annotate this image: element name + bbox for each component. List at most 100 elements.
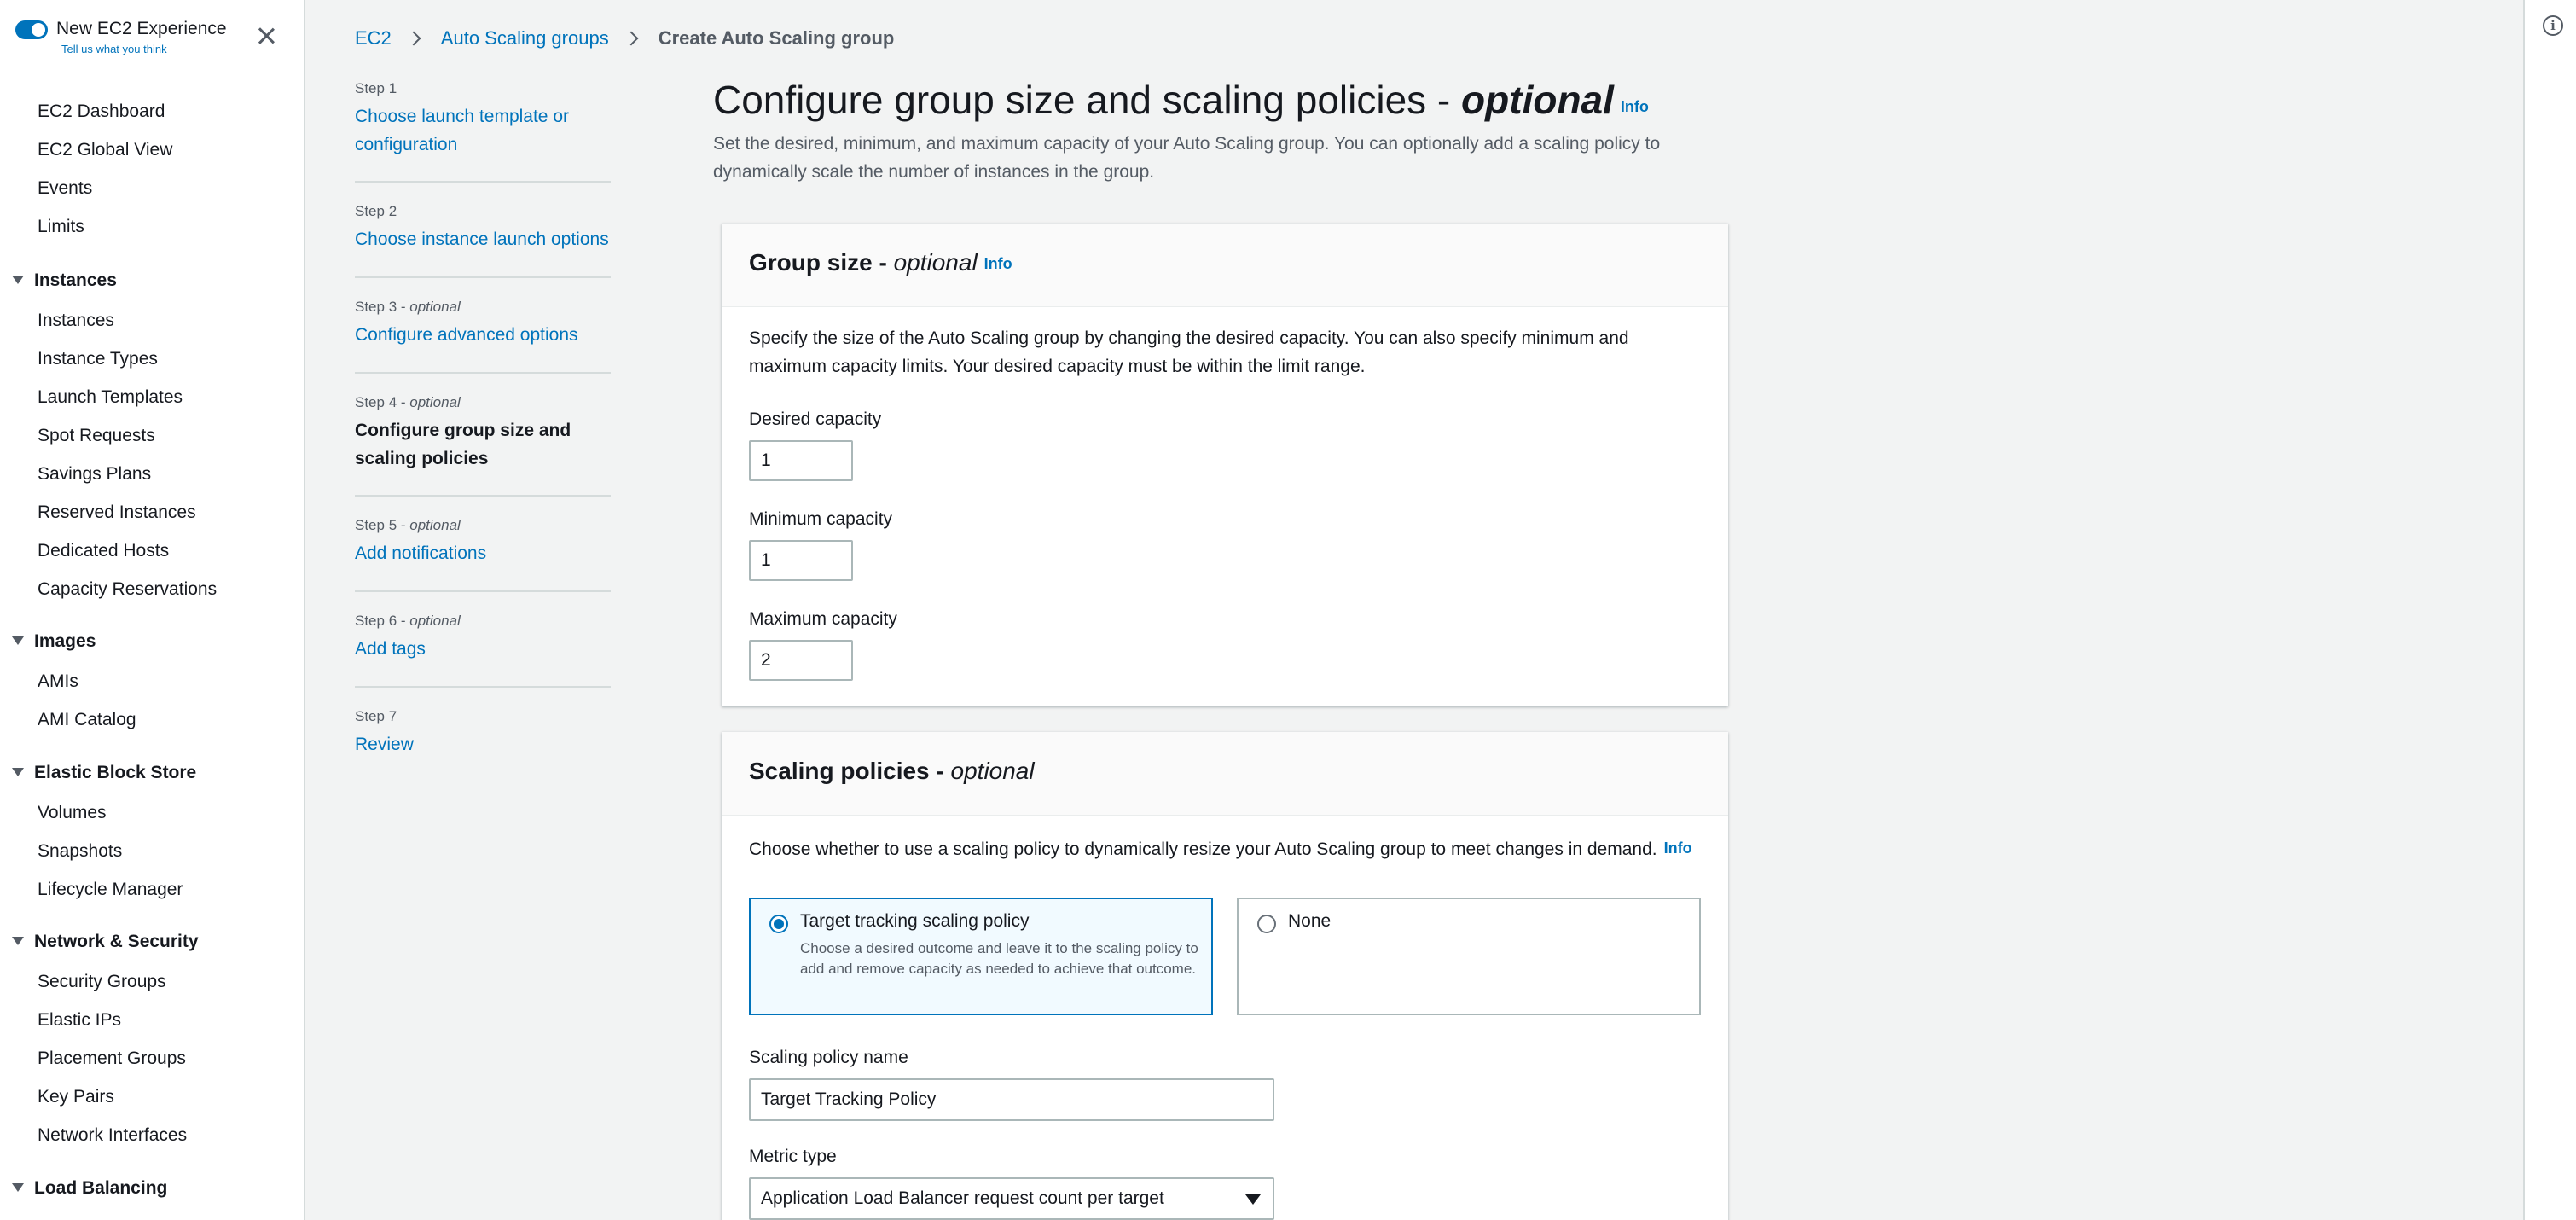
nav-section-title: Elastic Block Store xyxy=(34,763,197,782)
wizard-step-4: Step 4 - optional Configure group size a… xyxy=(355,394,611,473)
target-tracking-title: Target tracking scaling policy xyxy=(800,911,1030,931)
step-divider xyxy=(355,590,611,592)
caret-down-icon xyxy=(12,768,24,776)
nav-section-network-security[interactable]: Network & Security xyxy=(12,932,199,952)
nav-section-elastic-block-store[interactable]: Elastic Block Store xyxy=(12,763,196,783)
step-6-link[interactable]: Add tags xyxy=(355,635,611,663)
page-title: Configure group size and scaling policie… xyxy=(713,78,1649,122)
nav-item-security-groups[interactable]: Security Groups xyxy=(38,972,166,992)
nav-item-elastic-ips[interactable]: Elastic IPs xyxy=(38,1010,121,1031)
nav-item-instances[interactable]: Instances xyxy=(38,311,114,331)
nav-item-network-interfaces[interactable]: Network Interfaces xyxy=(38,1125,187,1146)
maximum-capacity-input[interactable]: 2 xyxy=(749,640,853,681)
metric-type-label: Metric type xyxy=(749,1147,837,1166)
step-label: Step 6 - optional xyxy=(355,613,461,629)
nav-item-key-pairs[interactable]: Key Pairs xyxy=(38,1087,114,1107)
nav-item-capacity-reservations[interactable]: Capacity Reservations xyxy=(38,579,217,600)
step-label: Step 3 - optional xyxy=(355,299,461,315)
step-label: Step 7 xyxy=(355,708,397,724)
nav-item-volumes[interactable]: Volumes xyxy=(38,803,107,823)
step-label: Step 2 xyxy=(355,203,397,219)
none-option-title: None xyxy=(1288,911,1332,931)
nav-section-title: Load Balancing xyxy=(34,1178,168,1198)
new-experience-toggle[interactable] xyxy=(15,20,48,39)
step-divider xyxy=(355,181,611,183)
nav-section-instances[interactable]: Instances xyxy=(12,270,117,291)
scaling-policy-name-input[interactable]: Target Tracking Policy xyxy=(749,1078,1274,1121)
close-icon[interactable] xyxy=(254,24,278,48)
nav-section-title: Images xyxy=(34,631,96,651)
scaling-policy-name-label: Scaling policy name xyxy=(749,1048,908,1067)
nav-item-dedicated-hosts[interactable]: Dedicated Hosts xyxy=(38,541,169,561)
group-size-heading: Group size - optional Info xyxy=(722,224,1728,307)
nav-section-load-balancing[interactable]: Load Balancing xyxy=(12,1178,167,1199)
step-7-link[interactable]: Review xyxy=(355,730,611,758)
nav-item-amis[interactable]: AMIs xyxy=(38,671,78,692)
radio-button[interactable] xyxy=(1257,915,1276,933)
metric-type-select[interactable]: Application Load Balancer request count … xyxy=(749,1177,1274,1220)
nav-item-events[interactable]: Events xyxy=(38,178,92,199)
caret-down-icon xyxy=(1245,1194,1261,1205)
step-4-current: Configure group size and scaling policie… xyxy=(355,421,571,468)
metric-type-value: Application Load Balancer request count … xyxy=(761,1188,1164,1208)
wizard-step-5: Step 5 - optional Add notifications xyxy=(355,517,611,567)
nav-item-placement-groups[interactable]: Placement Groups xyxy=(38,1049,186,1069)
step-divider xyxy=(355,495,611,497)
step-5-link[interactable]: Add notifications xyxy=(355,539,611,567)
step-label: Step 1 xyxy=(355,80,397,96)
step-3-link[interactable]: Configure advanced options xyxy=(355,321,611,349)
nav-section-images[interactable]: Images xyxy=(12,631,96,652)
breadcrumb-ec2[interactable]: EC2 xyxy=(355,27,392,49)
nav-item-spot-requests[interactable]: Spot Requests xyxy=(38,426,155,446)
caret-down-icon xyxy=(12,937,24,945)
wizard-step-7: Step 7 Review xyxy=(355,708,611,758)
step-divider xyxy=(355,686,611,688)
info-circle-icon[interactable]: i xyxy=(2543,15,2563,36)
info-link[interactable]: Info xyxy=(1664,839,1692,857)
chevron-right-icon xyxy=(624,31,639,46)
caret-down-icon xyxy=(12,276,24,284)
nav-item-ami-catalog[interactable]: AMI Catalog xyxy=(38,710,136,730)
nav-item-limits[interactable]: Limits xyxy=(38,217,84,237)
nav-item-lifecycle-manager[interactable]: Lifecycle Manager xyxy=(38,880,183,900)
breadcrumb: EC2 Auto Scaling groups Create Auto Scal… xyxy=(355,27,894,49)
target-tracking-option[interactable]: Target tracking scaling policy Choose a … xyxy=(749,898,1213,1015)
side-navigation: New EC2 Experience Tell us what you thin… xyxy=(0,0,305,1220)
nav-section-title: Network & Security xyxy=(34,932,199,951)
info-link[interactable]: Info xyxy=(1621,98,1649,115)
nav-item-savings-plans[interactable]: Savings Plans xyxy=(38,464,151,485)
group-size-description: Specify the size of the Auto Scaling gro… xyxy=(749,328,1629,376)
desired-capacity-label: Desired capacity xyxy=(749,410,882,429)
chevron-right-icon xyxy=(406,31,421,46)
page-description: Set the desired, minimum, and maximum ca… xyxy=(713,134,1661,182)
feedback-link[interactable]: Tell us what you think xyxy=(61,43,167,55)
step-divider xyxy=(355,276,611,278)
nav-item-ec2-dashboard[interactable]: EC2 Dashboard xyxy=(38,102,165,122)
minimum-capacity-input[interactable]: 1 xyxy=(749,540,853,581)
desired-capacity-input[interactable]: 1 xyxy=(749,440,853,481)
nav-item-ec2-global-view[interactable]: EC2 Global View xyxy=(38,140,172,160)
wizard-step-3: Step 3 - optional Configure advanced opt… xyxy=(355,299,611,349)
tools-panel-rail: i xyxy=(2523,0,2576,1220)
info-link[interactable]: Info xyxy=(984,255,1012,272)
wizard-step-2: Step 2 Choose instance launch options xyxy=(355,203,611,253)
target-tracking-description: Choose a desired outcome and leave it to… xyxy=(800,940,1198,977)
nav-item-reserved-instances[interactable]: Reserved Instances xyxy=(38,503,196,523)
minimum-capacity-label: Minimum capacity xyxy=(749,509,893,529)
nav-item-launch-templates[interactable]: Launch Templates xyxy=(38,387,183,408)
breadcrumb-auto-scaling-groups[interactable]: Auto Scaling groups xyxy=(441,27,609,49)
new-experience-label: New EC2 Experience xyxy=(56,19,227,38)
radio-button[interactable] xyxy=(769,915,788,933)
step-2-link[interactable]: Choose instance launch options xyxy=(355,225,611,253)
step-1-link[interactable]: Choose launch template or configuration xyxy=(355,102,611,159)
nav-section-title: Instances xyxy=(34,270,117,290)
nav-item-instance-types[interactable]: Instance Types xyxy=(38,349,158,369)
nav-item-snapshots[interactable]: Snapshots xyxy=(38,841,122,862)
none-option[interactable]: None xyxy=(1237,898,1701,1015)
caret-down-icon xyxy=(12,636,24,645)
group-size-panel: Group size - optional Info Specify the si… xyxy=(722,224,1728,706)
wizard-step-1: Step 1 Choose launch template or configu… xyxy=(355,80,611,159)
scaling-policies-description: Choose whether to use a scaling policy t… xyxy=(749,839,1692,859)
maximum-capacity-label: Maximum capacity xyxy=(749,609,897,629)
wizard-step-6: Step 6 - optional Add tags xyxy=(355,613,611,663)
